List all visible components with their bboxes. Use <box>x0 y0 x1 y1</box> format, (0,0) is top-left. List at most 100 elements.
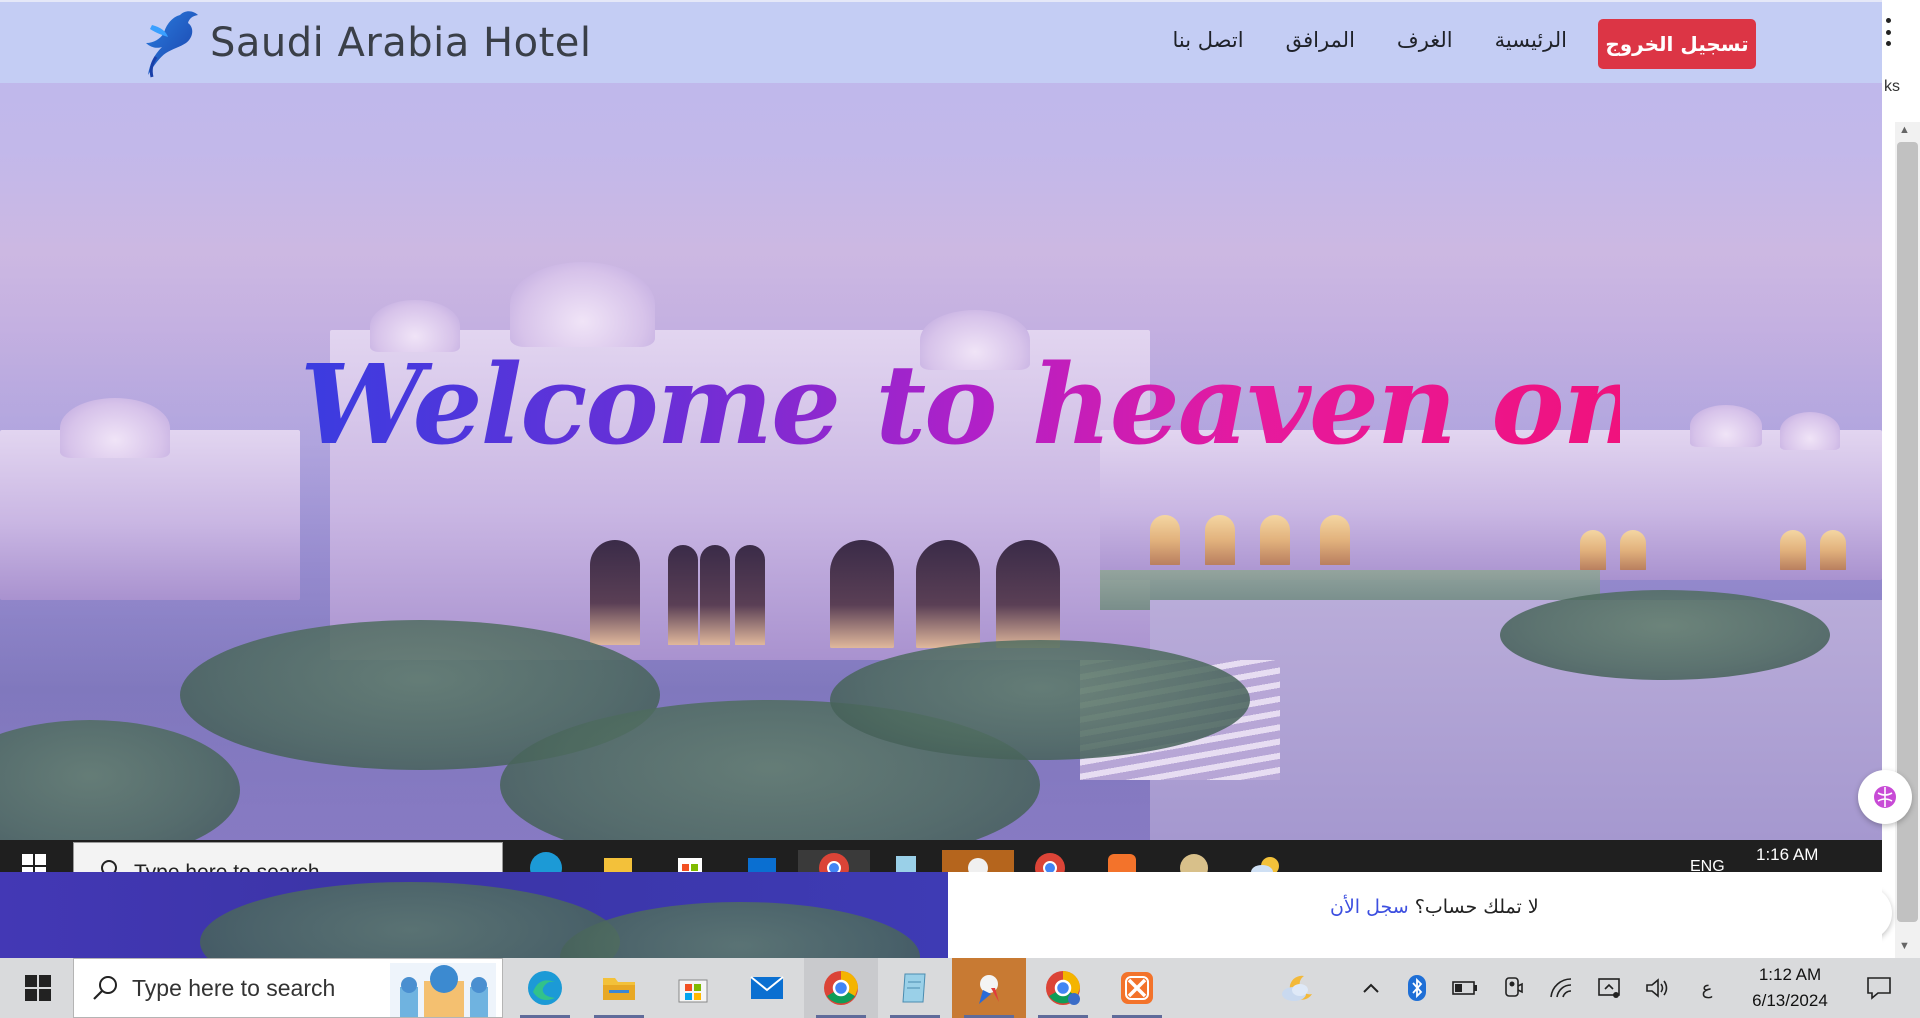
mail-icon[interactable] <box>726 850 798 872</box>
windows-taskbar: Type here to search ع 1:12 AM 6/13/2024 <box>0 958 1920 1018</box>
xampp-icon <box>1121 972 1153 1004</box>
signup-prompt: لا تملك حساب؟ سجل الأن <box>1330 896 1539 918</box>
chrome-profile-icon[interactable] <box>1014 850 1086 872</box>
microsoft-store-icon <box>678 979 708 1003</box>
palace-arch <box>1580 530 1606 570</box>
nav-contact-link[interactable]: اتصل بنا <box>1173 28 1244 52</box>
scroll-up-arrow-icon[interactable]: ▲ <box>1899 124 1910 136</box>
palace-dome <box>60 398 170 458</box>
wifi-icon <box>1550 978 1572 998</box>
display-icon <box>1598 978 1620 998</box>
camera-tray[interactable] <box>1496 958 1530 1018</box>
brain-icon <box>1874 786 1896 808</box>
kebab-menu-icon[interactable] <box>1884 18 1892 46</box>
nav-facilities-link[interactable]: المرافق <box>1286 28 1355 52</box>
language-indicator[interactable]: ع <box>1690 958 1724 1018</box>
notification-icon <box>1867 977 1891 1000</box>
network-tray[interactable] <box>1544 958 1578 1018</box>
chrome-app[interactable] <box>804 958 878 1018</box>
search-icon <box>101 860 117 872</box>
show-hidden-icons-button[interactable] <box>1354 958 1388 1018</box>
start-button[interactable] <box>18 958 58 1018</box>
camera-icon <box>1505 977 1523 997</box>
browser-page: Welcome to heaven on earth Saudi Arabia … <box>0 0 1882 840</box>
mail-icon <box>750 976 784 999</box>
chevron-up-icon <box>1363 983 1379 993</box>
bluetooth-tray[interactable] <box>1400 958 1434 1018</box>
palace-arch <box>830 540 894 648</box>
clock-date: 6/13/2024 <box>1752 991 1828 1010</box>
clock-time: 1:12 AM <box>1758 965 1822 984</box>
display-tray[interactable] <box>1592 958 1626 1018</box>
chrome-icon <box>824 971 858 1005</box>
battery-tray[interactable] <box>1448 958 1482 1018</box>
clock[interactable]: 1:12 AM 6/13/2024 <box>1738 962 1842 1014</box>
file-explorer-icon[interactable] <box>582 850 654 872</box>
weather-icon[interactable] <box>1230 850 1302 872</box>
windows-start-icon <box>25 975 51 1001</box>
file-explorer-app[interactable] <box>582 958 656 1018</box>
volume-icon <box>1646 978 1668 998</box>
signup-link[interactable]: سجل الأن <box>1330 896 1409 918</box>
bookmarks-label-fragment: ks <box>1884 78 1900 95</box>
paint-icon[interactable] <box>1158 850 1230 872</box>
bluetooth-icon <box>1408 975 1426 1001</box>
garden-roundabout <box>1500 590 1830 680</box>
paint-3d-icon <box>979 975 999 1004</box>
signup-question: لا تملك حساب؟ <box>1414 896 1539 918</box>
nav-home-link[interactable]: الرئيسية <box>1495 28 1567 52</box>
palace-arch <box>1260 515 1290 565</box>
palace-arch <box>916 540 980 648</box>
assistant-floating-button[interactable] <box>1858 770 1912 824</box>
notifications-button[interactable] <box>1854 958 1904 1018</box>
inner-language-indicator[interactable]: ENG <box>1690 858 1725 872</box>
volume-tray[interactable] <box>1640 958 1674 1018</box>
edge-icon <box>528 971 562 1005</box>
weather-widget[interactable] <box>1270 958 1326 1018</box>
palace-arch <box>700 545 730 645</box>
logout-button[interactable]: تسجيل الخروج <box>1598 19 1756 69</box>
weather-icon <box>1282 975 1312 1001</box>
xampp-icon[interactable] <box>1086 850 1158 872</box>
edge-app[interactable] <box>508 958 582 1018</box>
palace-arch <box>1820 530 1846 570</box>
bird-logo-icon <box>146 11 198 78</box>
navbar: Saudi Arabia Hotel الرئيسية الغرف المراف… <box>0 0 1882 83</box>
chrome-profile-app[interactable] <box>1026 958 1100 1018</box>
file-explorer-icon <box>603 978 635 1000</box>
inner-clock-time[interactable]: 1:16 AM <box>1756 845 1818 865</box>
nav-rooms-link[interactable]: الغرف <box>1397 28 1453 52</box>
paint-3d-icon[interactable] <box>942 850 1014 872</box>
search-highlight-mosque-icon <box>390 963 496 1017</box>
nav-links: الرئيسية الغرف المرافق اتصل بنا <box>1173 28 1568 52</box>
microsoft-store-icon[interactable] <box>654 850 726 872</box>
notepad-icon[interactable] <box>870 850 942 872</box>
palace-arch <box>996 540 1060 648</box>
palace-arch <box>668 545 698 645</box>
background-image-fragment <box>0 872 948 958</box>
palace-arch <box>590 540 640 645</box>
inner-taskbar-apps <box>510 850 1302 872</box>
windows-start-icon[interactable] <box>22 854 46 872</box>
palace-dome <box>510 262 655 347</box>
taskbar-search-box[interactable]: Type here to search <box>73 958 503 1018</box>
inner-search-box[interactable]: Type here to search <box>73 842 503 872</box>
microsoft-store-app[interactable] <box>656 958 730 1018</box>
chrome-icon[interactable] <box>798 850 870 872</box>
edge-icon[interactable] <box>510 850 582 872</box>
paint-3d-app[interactable] <box>952 958 1026 1018</box>
palace-arch <box>1620 530 1646 570</box>
scroll-down-arrow-icon[interactable]: ▼ <box>1899 940 1910 952</box>
xampp-app[interactable] <box>1100 958 1174 1018</box>
palace-arch <box>1205 515 1235 565</box>
chrome-profile-icon <box>1046 971 1080 1005</box>
search-placeholder: Type here to search <box>132 974 336 1001</box>
notepad-icon <box>902 973 926 1003</box>
inner-search-placeholder: Type here to search <box>134 861 320 872</box>
notepad-app[interactable] <box>878 958 952 1018</box>
palace-arch <box>735 545 765 645</box>
inner-taskbar: Type here to search ENG 1:16 AM <box>0 840 1882 872</box>
mail-app[interactable] <box>730 958 804 1018</box>
battery-icon <box>1452 981 1477 995</box>
brand-link[interactable]: Saudi Arabia Hotel <box>142 6 591 80</box>
